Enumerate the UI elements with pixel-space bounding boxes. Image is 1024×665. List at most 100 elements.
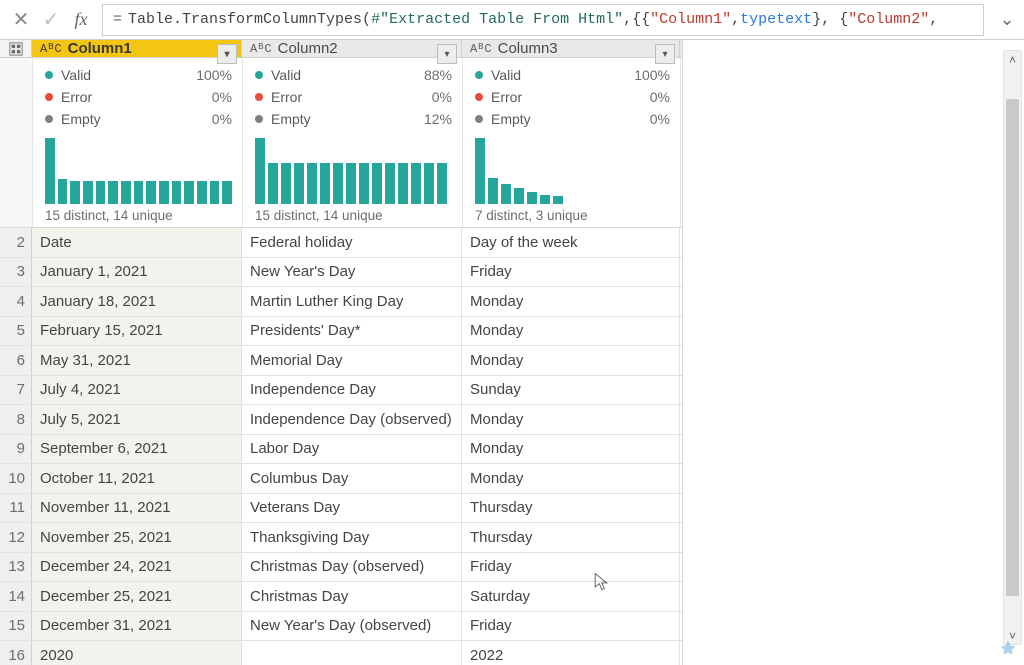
cell-column1[interactable]: December 25, 2021 [32,582,242,611]
cell-column1[interactable]: January 1, 2021 [32,258,242,287]
cell-column2[interactable]: Thanksgiving Day [242,523,462,552]
table-row[interactable]: 3January 1, 2021New Year's DayFriday [0,258,682,288]
table-row[interactable]: 6May 31, 2021Memorial DayMonday [0,346,682,376]
table-row[interactable]: 7July 4, 2021Independence DaySunday [0,376,682,406]
scroll-thumb[interactable] [1006,99,1019,596]
filter-dropdown-button[interactable]: ▾ [437,44,457,64]
cell-column2[interactable]: Federal holiday [242,228,462,257]
cell-column3[interactable]: Friday [462,612,680,641]
cell-column1[interactable]: January 18, 2021 [32,287,242,316]
row-number[interactable]: 13 [0,553,32,582]
cell-column1[interactable]: Date [32,228,242,257]
datatype-text-icon[interactable]: AᴮC [470,42,492,56]
cell-column2[interactable]: Independence Day (observed) [242,405,462,434]
table-row[interactable]: 2DateFederal holidayDay of the week [0,228,682,258]
cell-column1[interactable]: July 4, 2021 [32,376,242,405]
row-number[interactable]: 9 [0,435,32,464]
cell-column2[interactable]: Independence Day [242,376,462,405]
accept-formula-button[interactable]: ✓ [36,5,66,35]
table-row[interactable]: 5February 15, 2021Presidents' Day*Monday [0,317,682,347]
distinct-count-label: 7 distinct, 3 unique [475,208,670,223]
filter-dropdown-button[interactable]: ▾ [655,44,675,64]
cell-column2[interactable] [242,641,462,665]
data-grid: AᴮCColumn1▾AᴮCColumn2▾AᴮCColumn3▾ Valid1… [0,40,683,665]
row-number[interactable]: 11 [0,494,32,523]
table-row[interactable]: 10October 11, 2021Columbus DayMonday [0,464,682,494]
table-row[interactable]: 11November 11, 2021Veterans DayThursday [0,494,682,524]
cell-column3[interactable]: Monday [462,346,680,375]
table-row[interactable]: 14December 25, 2021Christmas DaySaturday [0,582,682,612]
cell-column1[interactable]: October 11, 2021 [32,464,242,493]
select-all-table-button[interactable] [0,40,32,57]
formula-input[interactable]: = Table.TransformColumnTypes( #"Extracte… [102,4,984,36]
scroll-up-button[interactable]: ˄ [1004,51,1021,68]
row-number[interactable]: 12 [0,523,32,552]
cell-column1[interactable]: May 31, 2021 [32,346,242,375]
cell-column1[interactable]: February 15, 2021 [32,317,242,346]
row-number[interactable]: 5 [0,317,32,346]
row-number[interactable]: 4 [0,287,32,316]
table-row[interactable]: 4January 18, 2021Martin Luther King DayM… [0,287,682,317]
table-row[interactable]: 162020 2022 [0,641,682,665]
row-number[interactable]: 8 [0,405,32,434]
cell-column3[interactable]: Thursday [462,494,680,523]
cell-column2[interactable]: Martin Luther King Day [242,287,462,316]
cell-column2[interactable]: Veterans Day [242,494,462,523]
cell-column3[interactable]: Monday [462,287,680,316]
distribution-chart[interactable] [45,138,232,204]
table-row[interactable]: 12November 25, 2021Thanksgiving DayThurs… [0,523,682,553]
cell-column1[interactable]: November 25, 2021 [32,523,242,552]
cancel-formula-button[interactable]: ✕ [6,5,36,35]
cell-column1[interactable]: November 11, 2021 [32,494,242,523]
row-number[interactable]: 2 [0,228,32,257]
cell-column2[interactable]: New Year's Day (observed) [242,612,462,641]
cell-column3[interactable]: Sunday [462,376,680,405]
cell-column3[interactable]: Friday [462,258,680,287]
row-number[interactable]: 3 [0,258,32,287]
cell-column2[interactable]: Christmas Day [242,582,462,611]
valid-dot-icon [475,71,483,79]
row-number[interactable]: 16 [0,641,32,665]
cell-column3[interactable]: Monday [462,464,680,493]
quality-metric-empty: Empty12% [255,108,452,130]
filter-dropdown-button[interactable]: ▾ [217,44,237,64]
row-number[interactable]: 6 [0,346,32,375]
cell-column3[interactable]: 2022 [462,641,680,665]
cell-column2[interactable]: Christmas Day (observed) [242,553,462,582]
datatype-text-icon[interactable]: AᴮC [250,42,272,56]
cell-column1[interactable]: December 31, 2021 [32,612,242,641]
datatype-text-icon[interactable]: AᴮC [40,42,62,56]
cell-column3[interactable]: Thursday [462,523,680,552]
column-header-column1[interactable]: AᴮCColumn1▾ [32,40,242,57]
cell-column2[interactable]: Presidents' Day* [242,317,462,346]
row-number[interactable]: 10 [0,464,32,493]
cell-column2[interactable]: Columbus Day [242,464,462,493]
distribution-chart[interactable] [475,138,670,204]
cell-column1[interactable]: July 5, 2021 [32,405,242,434]
expand-formula-button[interactable]: ⌄ [990,5,1024,35]
table-row[interactable]: 15December 31, 2021New Year's Day (obser… [0,612,682,642]
distribution-chart[interactable] [255,138,452,204]
cell-column2[interactable]: New Year's Day [242,258,462,287]
table-row[interactable]: 9September 6, 2021Labor DayMonday [0,435,682,465]
cell-column2[interactable]: Memorial Day [242,346,462,375]
cell-column1[interactable]: December 24, 2021 [32,553,242,582]
column-header-column3[interactable]: AᴮCColumn3▾ [462,40,680,57]
vertical-scrollbar[interactable]: ˄ ˅ [1003,50,1022,645]
table-row[interactable]: 13December 24, 2021Christmas Day (observ… [0,553,682,583]
cell-column2[interactable]: Labor Day [242,435,462,464]
row-number[interactable]: 15 [0,612,32,641]
cell-column1[interactable]: September 6, 2021 [32,435,242,464]
cell-column3[interactable]: Friday [462,553,680,582]
cell-column3[interactable]: Saturday [462,582,680,611]
row-number[interactable]: 7 [0,376,32,405]
cell-column3[interactable]: Monday [462,317,680,346]
cell-column3[interactable]: Monday [462,435,680,464]
cell-column1[interactable]: 2020 [32,641,242,665]
cell-column3[interactable]: Day of the week [462,228,680,257]
row-number[interactable]: 14 [0,582,32,611]
fx-icon[interactable]: fx [66,5,96,35]
table-row[interactable]: 8July 5, 2021Independence Day (observed)… [0,405,682,435]
cell-column3[interactable]: Monday [462,405,680,434]
column-header-column2[interactable]: AᴮCColumn2▾ [242,40,462,57]
